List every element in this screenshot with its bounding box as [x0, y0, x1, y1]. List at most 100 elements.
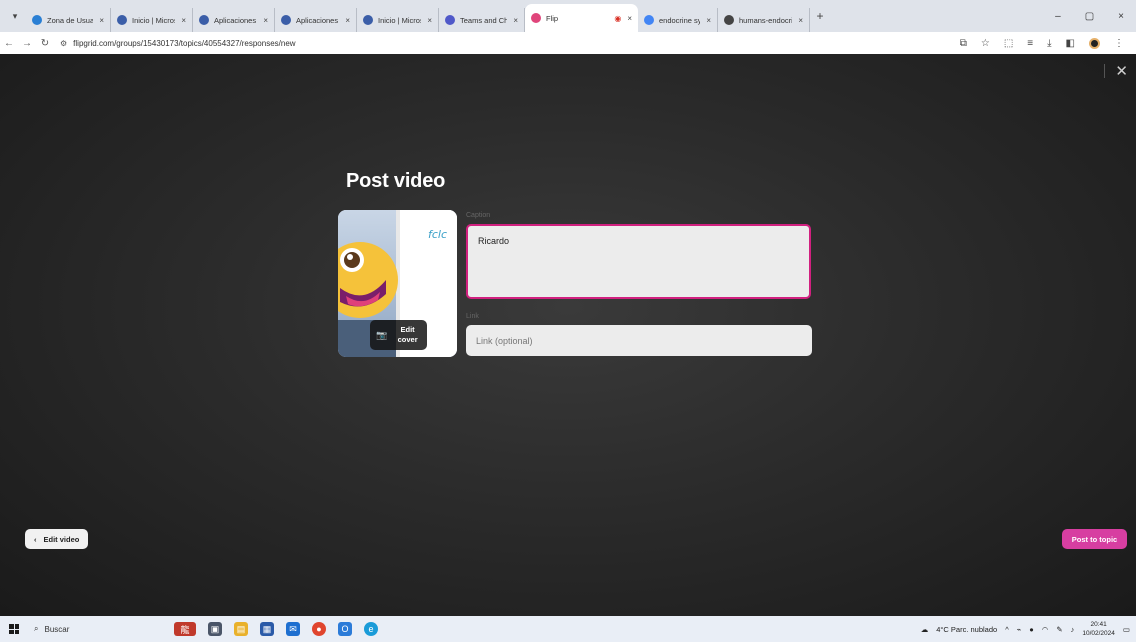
chevron-left-icon: ‹ [34, 534, 37, 544]
edit-video-button[interactable]: ‹ Edit video [25, 529, 89, 549]
edit-cover-line2: cover [397, 335, 418, 344]
browser-tab[interactable]: Flip ◉ × [525, 4, 638, 32]
browser-tab[interactable]: Zona de Usuarios × [26, 8, 111, 32]
tab-title: Aplicaciones | Micros [214, 15, 257, 25]
url-field[interactable]: ⚙ flipgrid.com/groups/15430173/topics/40… [60, 39, 296, 48]
tab-title: Aplicaciones | Micros [296, 15, 339, 25]
tab-close-icon[interactable]: × [706, 16, 711, 25]
tab-close-icon[interactable]: × [798, 16, 803, 25]
camera-icon: 📷 [376, 329, 388, 340]
caption-label: Caption [466, 212, 491, 219]
minimize-button[interactable]: – [1055, 11, 1061, 22]
weather-text[interactable]: 4°C Parc. nublado [936, 625, 997, 634]
edit-video-label: Edit video [43, 534, 80, 544]
profile-avatar[interactable] [1089, 37, 1100, 49]
browser-tab[interactable]: Aplicaciones | Micros × [275, 8, 357, 32]
microphone-icon[interactable]: ● [1029, 625, 1034, 634]
link-input[interactable]: Link (optional) [466, 325, 812, 356]
link-label: Link [466, 313, 479, 320]
tab-close-icon[interactable]: × [513, 16, 518, 25]
tab-favicon-icon [281, 15, 291, 25]
caption-input[interactable]: Ricardo [466, 224, 811, 299]
network-icon[interactable]: ⌁ [1017, 625, 1022, 634]
tab-title: Inicio | Microsoft 365 [378, 15, 421, 25]
tab-favicon-icon [199, 15, 209, 25]
store-icon[interactable]: ▦ [260, 622, 274, 636]
close-icon[interactable]: ✕ [1115, 62, 1128, 80]
forward-arrow-icon[interactable]: → [18, 38, 36, 49]
tab-title: Teams and Channels [460, 15, 507, 25]
browser-tab[interactable]: Inicio | Microsoft 365 × [111, 8, 193, 32]
notifications-icon[interactable]: ▭ [1123, 625, 1130, 634]
site-info-icon[interactable]: ⚙ [60, 39, 67, 48]
tab-favicon-icon [644, 15, 654, 25]
tab-close-icon[interactable]: × [99, 16, 104, 25]
edge-icon[interactable]: e [364, 622, 378, 636]
toolbar-right: ⧉ ☆ ⬚ ≡ ⤓ ◧ ⋮ [960, 37, 1136, 49]
tab-close-icon[interactable]: × [427, 16, 432, 25]
post-to-topic-button[interactable]: Post to topic [1062, 529, 1127, 549]
outlook-icon[interactable]: O [338, 622, 352, 636]
side-panel-icon[interactable]: ◧ [1066, 38, 1075, 49]
close-area: ✕ [1104, 62, 1128, 80]
tab-list: Zona de Usuarios × Inicio | Microsoft 365 ×… [26, 0, 810, 32]
windows-logo-icon [9, 624, 19, 634]
download-icon[interactable]: ⤓ [1047, 38, 1051, 49]
divider [1104, 64, 1106, 78]
new-tab-button[interactable]: + [810, 9, 830, 23]
tab-title: Inicio | Microsoft 365 [132, 15, 175, 25]
tab-favicon-icon [117, 15, 127, 25]
browser-tab[interactable]: Teams and Channels × [439, 8, 525, 32]
menu-kebab-icon[interactable]: ⋮ [1114, 38, 1124, 49]
tab-title: humans-endocrine- [739, 15, 792, 25]
browser-tab[interactable]: Aplicaciones | Micros × [193, 8, 275, 32]
tab-close-icon[interactable]: × [627, 14, 632, 23]
taskbar-search[interactable]: ⌕ Buscar [28, 624, 138, 634]
file-explorer-icon[interactable]: ▤ [234, 622, 248, 636]
window-controls: – ▢ × [1055, 11, 1136, 22]
taskbar-apps: 龍 ▣ ▤ ▦ ✉ ● O e [174, 622, 378, 636]
chrome-icon[interactable]: ● [312, 622, 326, 636]
browser-tab[interactable]: endocrine system - × [638, 8, 718, 32]
thumbnail-text: fclc [428, 228, 447, 241]
tab-title: Zona de Usuarios [47, 15, 94, 25]
tab-close-icon[interactable]: × [345, 16, 350, 25]
bookmark-star-icon[interactable]: ☆ [981, 38, 990, 49]
start-button[interactable] [0, 624, 28, 634]
wifi-icon[interactable]: ◠ [1042, 625, 1049, 634]
browser-tab[interactable]: Inicio | Microsoft 365 × [357, 8, 439, 32]
task-view-icon[interactable]: ▣ [208, 622, 222, 636]
clock-date: 10/02/2024 [1082, 630, 1115, 637]
edit-cover-button[interactable]: 📷 Edit cover [370, 320, 427, 350]
caption-value: Ricardo [478, 236, 510, 246]
tab-title: endocrine system - [659, 15, 700, 25]
mail-icon[interactable]: ✉ [286, 622, 300, 636]
cast-icon[interactable]: ⧉ [960, 38, 967, 49]
browser-tab-strip: ▾ Zona de Usuarios×Inicio | Microsoft 36… [0, 0, 1136, 32]
tab-close-icon[interactable]: × [181, 16, 186, 25]
tab-close-icon[interactable]: × [263, 16, 268, 25]
pen-icon[interactable]: ✎ [1056, 625, 1062, 634]
post-to-topic-label: Post to topic [1071, 534, 1118, 544]
tray-chevron-icon[interactable]: ^ [1005, 625, 1009, 634]
tab-favicon-icon [531, 13, 541, 23]
reading-list-icon[interactable]: ≡ [1027, 38, 1033, 49]
reload-icon[interactable]: ↻ [36, 38, 54, 49]
weather-icon[interactable]: ☁ [921, 625, 929, 634]
clock-time: 20:41 [1090, 621, 1107, 628]
search-placeholder: Buscar [44, 624, 70, 634]
search-icon: ⌕ [34, 624, 39, 633]
back-arrow-icon[interactable]: ← [0, 38, 18, 49]
browser-tab[interactable]: humans-endocrine- × [718, 8, 810, 32]
window-close-button[interactable]: × [1118, 11, 1124, 22]
tab-title: Flip [546, 13, 559, 23]
clock[interactable]: 20:41 10/02/2024 [1082, 620, 1115, 638]
volume-icon[interactable]: ♪ [1071, 625, 1075, 634]
recording-icon: ◉ [614, 13, 622, 23]
extensions-icon[interactable]: ⬚ [1004, 38, 1013, 49]
tab-search-chevron-icon[interactable]: ▾ [4, 5, 26, 27]
maximize-button[interactable]: ▢ [1085, 11, 1094, 22]
link-placeholder: Link (optional) [476, 335, 533, 346]
dragon-widget-icon[interactable]: 龍 [174, 622, 196, 636]
tab-favicon-icon [32, 15, 42, 25]
